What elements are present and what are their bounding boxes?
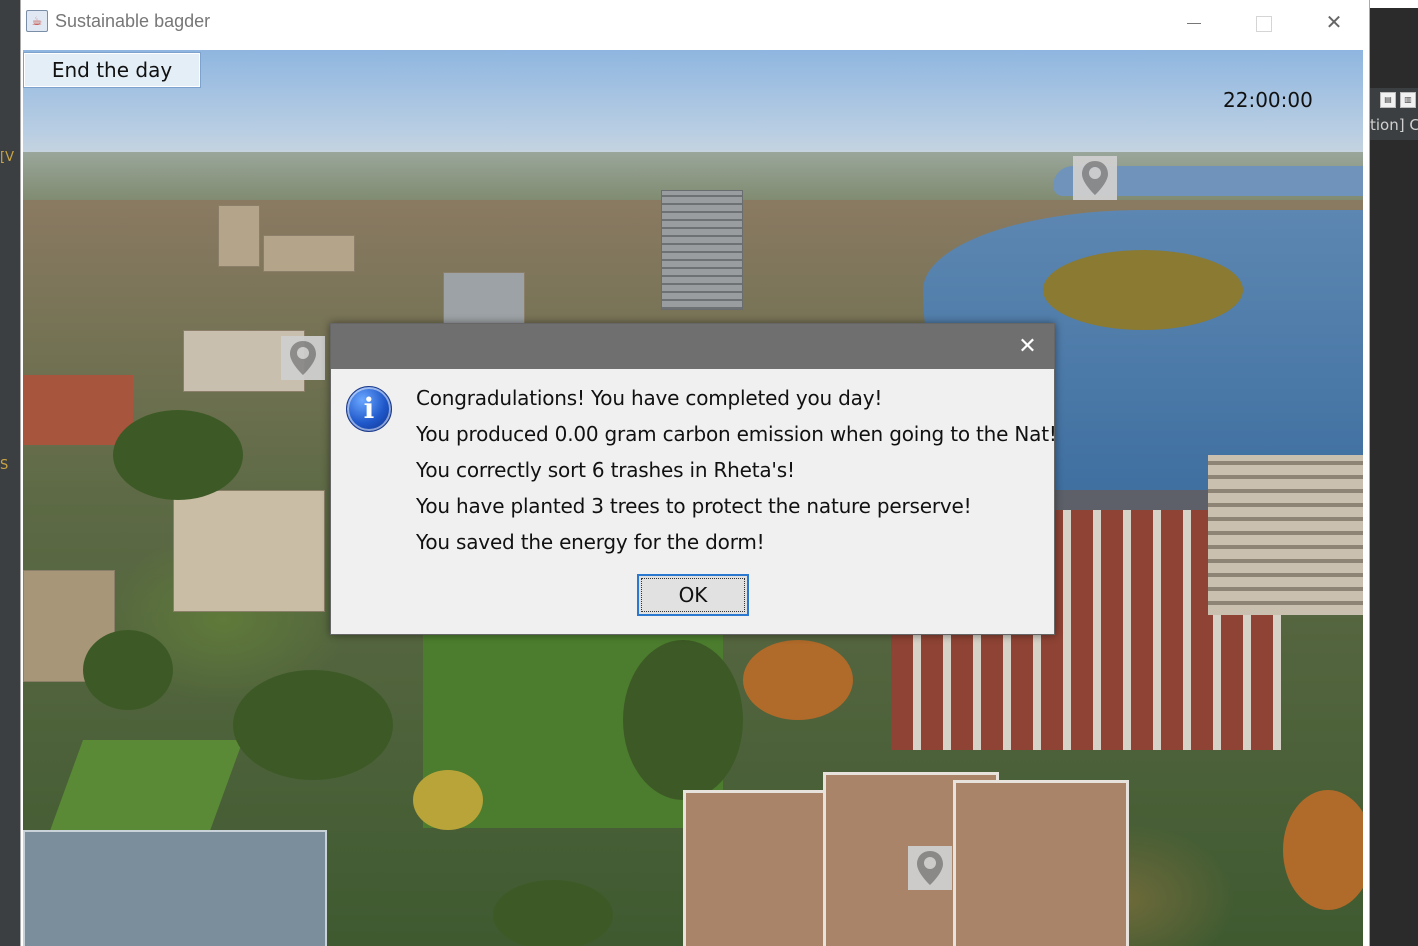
map-pin-glyph bbox=[290, 341, 316, 375]
chart-icon[interactable]: ▥ bbox=[1400, 92, 1416, 108]
trees bbox=[233, 670, 393, 780]
map-pin-glyph bbox=[917, 851, 943, 885]
close-button[interactable]: ✕ bbox=[1299, 0, 1369, 44]
maximize-icon bbox=[1256, 15, 1272, 32]
building bbox=[173, 490, 325, 612]
tower-building bbox=[661, 190, 743, 310]
dialog-message-line: You correctly sort 6 trashes in Rheta's! bbox=[416, 458, 795, 482]
trees bbox=[1043, 250, 1243, 330]
close-icon: ✕ bbox=[1325, 10, 1343, 34]
trees bbox=[113, 410, 243, 500]
ide-right-text: tion] C bbox=[1370, 116, 1418, 134]
clock-display: 22:00:00 bbox=[1223, 88, 1313, 112]
title-bar[interactable]: ☕ Sustainable bagder ✕ bbox=[21, 0, 1369, 44]
close-icon: ✕ bbox=[1018, 334, 1037, 359]
rooftop bbox=[23, 830, 327, 946]
trees bbox=[83, 630, 173, 710]
parking-garage bbox=[1208, 455, 1363, 615]
building bbox=[263, 235, 355, 272]
document-icon[interactable]: ▤ bbox=[1380, 92, 1396, 108]
maximize-button[interactable] bbox=[1229, 0, 1299, 44]
dialog-close-button[interactable]: ✕ bbox=[1001, 324, 1054, 369]
minimize-button[interactable] bbox=[1159, 0, 1229, 44]
trees bbox=[743, 640, 853, 720]
ide-left-gutter: [V S bbox=[0, 0, 22, 946]
dialog-title-bar[interactable] bbox=[331, 324, 1054, 369]
dialog-message-line: You have planted 3 trees to protect the … bbox=[416, 494, 972, 518]
flat-roof bbox=[953, 780, 1129, 946]
minimize-icon bbox=[1187, 23, 1201, 24]
ide-gutter-mark: [V bbox=[0, 150, 14, 165]
info-icon: i bbox=[346, 386, 392, 432]
building bbox=[443, 272, 525, 324]
trees bbox=[413, 770, 483, 830]
map-pin-icon[interactable] bbox=[908, 846, 952, 890]
ide-gutter-mark: S bbox=[0, 458, 9, 473]
building bbox=[218, 205, 260, 267]
trees bbox=[1283, 790, 1363, 910]
dialog-message-line: You saved the energy for the dorm! bbox=[416, 530, 765, 554]
java-app-icon: ☕ bbox=[26, 10, 48, 32]
window-title: Sustainable bagder bbox=[55, 11, 211, 31]
trees bbox=[493, 880, 613, 946]
completion-dialog: ✕ i Congradulations! You have completed … bbox=[330, 323, 1057, 635]
map-pin-glyph bbox=[1082, 161, 1108, 195]
red-roof bbox=[23, 375, 133, 445]
ok-button[interactable]: OK bbox=[637, 574, 749, 616]
dialog-message-line: Congradulations! You have completed you … bbox=[416, 386, 883, 410]
sky bbox=[23, 50, 1363, 160]
dialog-message-line: You produced 0.00 gram carbon emission w… bbox=[416, 422, 1057, 446]
map-pin-icon[interactable] bbox=[1073, 156, 1117, 200]
ide-right-bar bbox=[1368, 0, 1418, 8]
ide-right-panel: ▤ ▥ tion] C bbox=[1368, 0, 1418, 946]
end-the-day-button[interactable]: End the day bbox=[23, 52, 201, 88]
trees bbox=[623, 640, 743, 800]
map-pin-icon[interactable] bbox=[281, 336, 325, 380]
